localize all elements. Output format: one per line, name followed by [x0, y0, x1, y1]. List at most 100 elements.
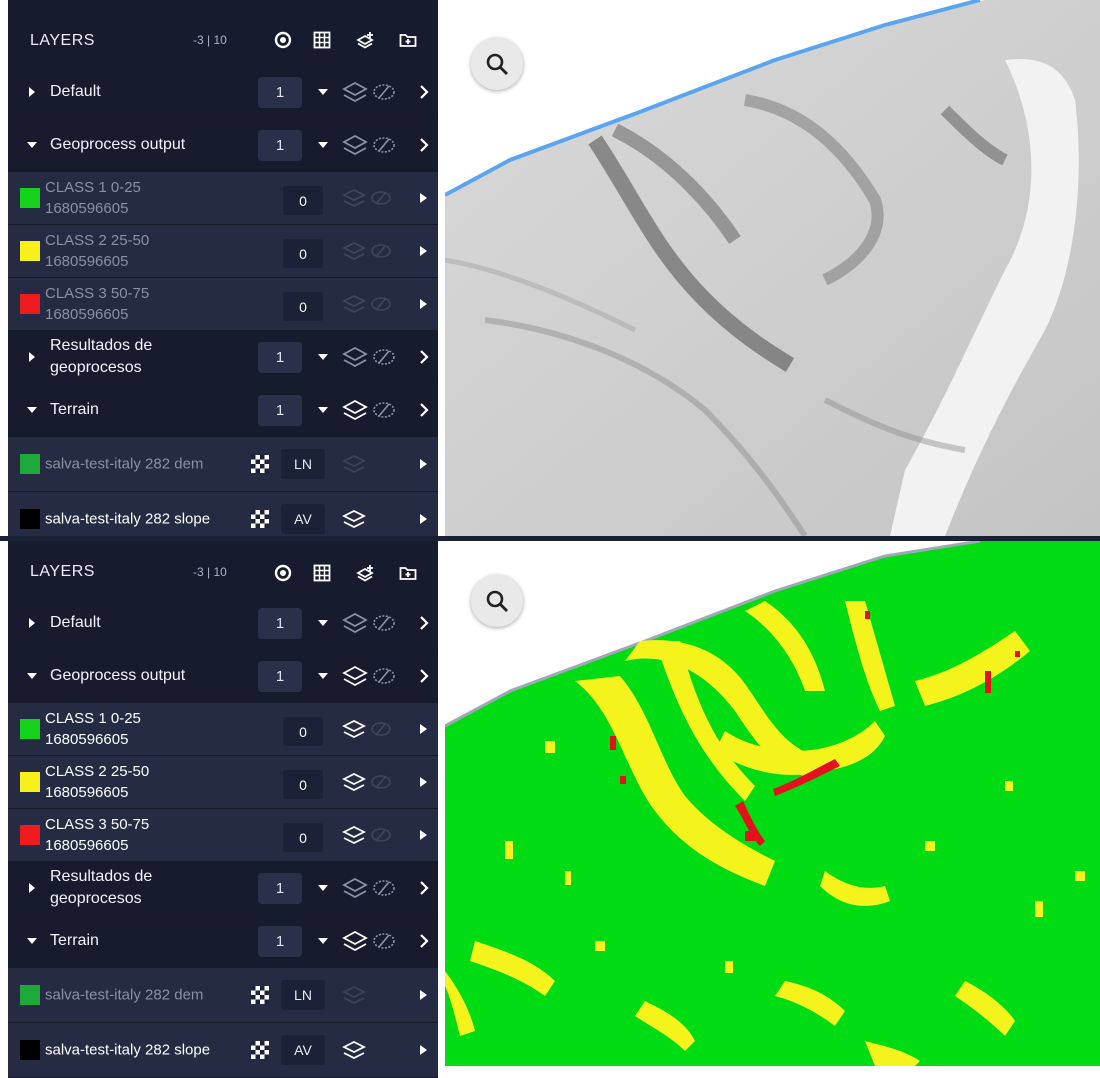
dropdown-icon[interactable]	[318, 88, 328, 96]
group-geoprocess-output[interactable]: Geoprocess output 1	[8, 119, 438, 172]
stack-icon[interactable]	[342, 509, 366, 529]
checker-icon[interactable]	[251, 1041, 269, 1059]
chevron-right-icon[interactable]	[420, 246, 427, 256]
stack-icon[interactable]	[342, 1040, 366, 1060]
group-default[interactable]: Default 1	[8, 597, 438, 650]
layer-value[interactable]: 0	[283, 186, 323, 215]
checker-icon[interactable]	[251, 510, 269, 528]
layer-class-1[interactable]: CLASS 1 0-25 1680596605 0	[8, 172, 438, 225]
chevron-right-icon[interactable]	[420, 514, 427, 524]
dropdown-icon[interactable]	[318, 141, 328, 149]
eye-off-icon[interactable]	[372, 931, 396, 951]
layer-value[interactable]: 0	[283, 239, 323, 268]
layer-value[interactable]: 0	[283, 823, 323, 852]
chevron-right-icon[interactable]	[419, 934, 429, 948]
chevron-right-icon[interactable]	[419, 881, 429, 895]
layers-plus-icon[interactable]	[356, 30, 376, 50]
dropdown-icon[interactable]	[318, 353, 328, 361]
eye-off-icon[interactable]	[372, 666, 396, 686]
checker-icon[interactable]	[251, 455, 269, 473]
eye-off-icon[interactable]	[372, 135, 396, 155]
group-geoprocess-output[interactable]: Geoprocess output 1	[8, 650, 438, 703]
layers-plus-icon[interactable]	[356, 563, 376, 583]
chevron-right-icon[interactable]	[420, 990, 427, 1000]
eye-off-icon[interactable]	[370, 242, 392, 260]
stack-icon[interactable]	[342, 612, 368, 634]
layer-dem[interactable]: salva-test-italy 282 dem LN	[8, 437, 438, 492]
caret-down-icon[interactable]	[26, 404, 38, 416]
map-slope-classes[interactable]	[445, 541, 1100, 1066]
caret-right-icon[interactable]	[26, 351, 38, 363]
chevron-right-icon[interactable]	[419, 350, 429, 364]
stack-icon[interactable]	[342, 399, 368, 421]
layer-class-1[interactable]: CLASS 1 0-25 1680596605 0	[8, 703, 438, 756]
chevron-right-icon[interactable]	[420, 724, 427, 734]
stack-icon[interactable]	[342, 930, 368, 952]
group-count[interactable]: 1	[258, 661, 302, 692]
stack-icon[interactable]	[342, 188, 366, 208]
eye-off-icon[interactable]	[370, 720, 392, 738]
stack-icon[interactable]	[342, 825, 366, 845]
stack-icon[interactable]	[342, 985, 366, 1005]
stack-icon[interactable]	[342, 134, 368, 156]
group-terrain[interactable]: Terrain 1	[8, 384, 438, 437]
search-button[interactable]	[471, 575, 523, 627]
group-count[interactable]: 1	[258, 77, 302, 108]
stack-icon[interactable]	[342, 772, 366, 792]
group-count[interactable]: 1	[258, 342, 302, 373]
target-icon[interactable]	[273, 30, 293, 50]
layer-class-2[interactable]: CLASS 2 25-50 1680596605 0	[8, 756, 438, 809]
layer-value[interactable]: 0	[283, 770, 323, 799]
layer-slope[interactable]: salva-test-italy 282 slope AV	[8, 1023, 438, 1078]
group-resultados[interactable]: Resultados de geoprocesos 1	[8, 862, 438, 915]
group-count[interactable]: 1	[258, 395, 302, 426]
chevron-right-icon[interactable]	[419, 85, 429, 99]
group-terrain[interactable]: Terrain 1	[8, 915, 438, 968]
search-button[interactable]	[471, 38, 523, 90]
chevron-right-icon[interactable]	[419, 669, 429, 683]
eye-off-icon[interactable]	[370, 189, 392, 207]
grid-icon[interactable]	[312, 563, 332, 583]
layer-dem[interactable]: salva-test-italy 282 dem LN	[8, 968, 438, 1023]
chevron-right-icon[interactable]	[420, 1045, 427, 1055]
chevron-right-icon[interactable]	[420, 777, 427, 787]
group-count[interactable]: 1	[258, 926, 302, 957]
stack-icon[interactable]	[342, 241, 366, 261]
stack-icon[interactable]	[342, 346, 368, 368]
chevron-right-icon[interactable]	[419, 403, 429, 417]
dropdown-icon[interactable]	[318, 937, 328, 945]
chevron-right-icon[interactable]	[420, 830, 427, 840]
chevron-right-icon[interactable]	[420, 193, 427, 203]
stack-icon[interactable]	[342, 877, 368, 899]
eye-off-icon[interactable]	[372, 613, 396, 633]
stack-icon[interactable]	[342, 665, 368, 687]
eye-off-icon[interactable]	[372, 878, 396, 898]
folder-plus-icon[interactable]	[398, 30, 418, 50]
grid-icon[interactable]	[312, 30, 332, 50]
group-resultados[interactable]: Resultados de geoprocesos 1	[8, 331, 438, 384]
blend-mode[interactable]: AV	[281, 504, 325, 534]
checker-icon[interactable]	[251, 986, 269, 1004]
caret-right-icon[interactable]	[26, 86, 38, 98]
chevron-right-icon[interactable]	[420, 459, 427, 469]
group-count[interactable]: 1	[258, 130, 302, 161]
layer-class-3[interactable]: CLASS 3 50-75 1680596605 0	[8, 809, 438, 862]
group-default[interactable]: Default 1	[8, 66, 438, 119]
layer-value[interactable]: 0	[283, 717, 323, 746]
dropdown-icon[interactable]	[318, 672, 328, 680]
caret-down-icon[interactable]	[26, 935, 38, 947]
folder-plus-icon[interactable]	[398, 563, 418, 583]
eye-off-icon[interactable]	[372, 82, 396, 102]
group-count[interactable]: 1	[258, 873, 302, 904]
layer-value[interactable]: 0	[283, 292, 323, 321]
target-icon[interactable]	[273, 563, 293, 583]
caret-right-icon[interactable]	[26, 617, 38, 629]
eye-off-icon[interactable]	[370, 826, 392, 844]
layer-class-3[interactable]: CLASS 3 50-75 1680596605 0	[8, 278, 438, 331]
blend-mode[interactable]: LN	[281, 449, 325, 479]
eye-off-icon[interactable]	[372, 347, 396, 367]
chevron-right-icon[interactable]	[419, 138, 429, 152]
group-count[interactable]: 1	[258, 608, 302, 639]
eye-off-icon[interactable]	[372, 400, 396, 420]
stack-icon[interactable]	[342, 719, 366, 739]
